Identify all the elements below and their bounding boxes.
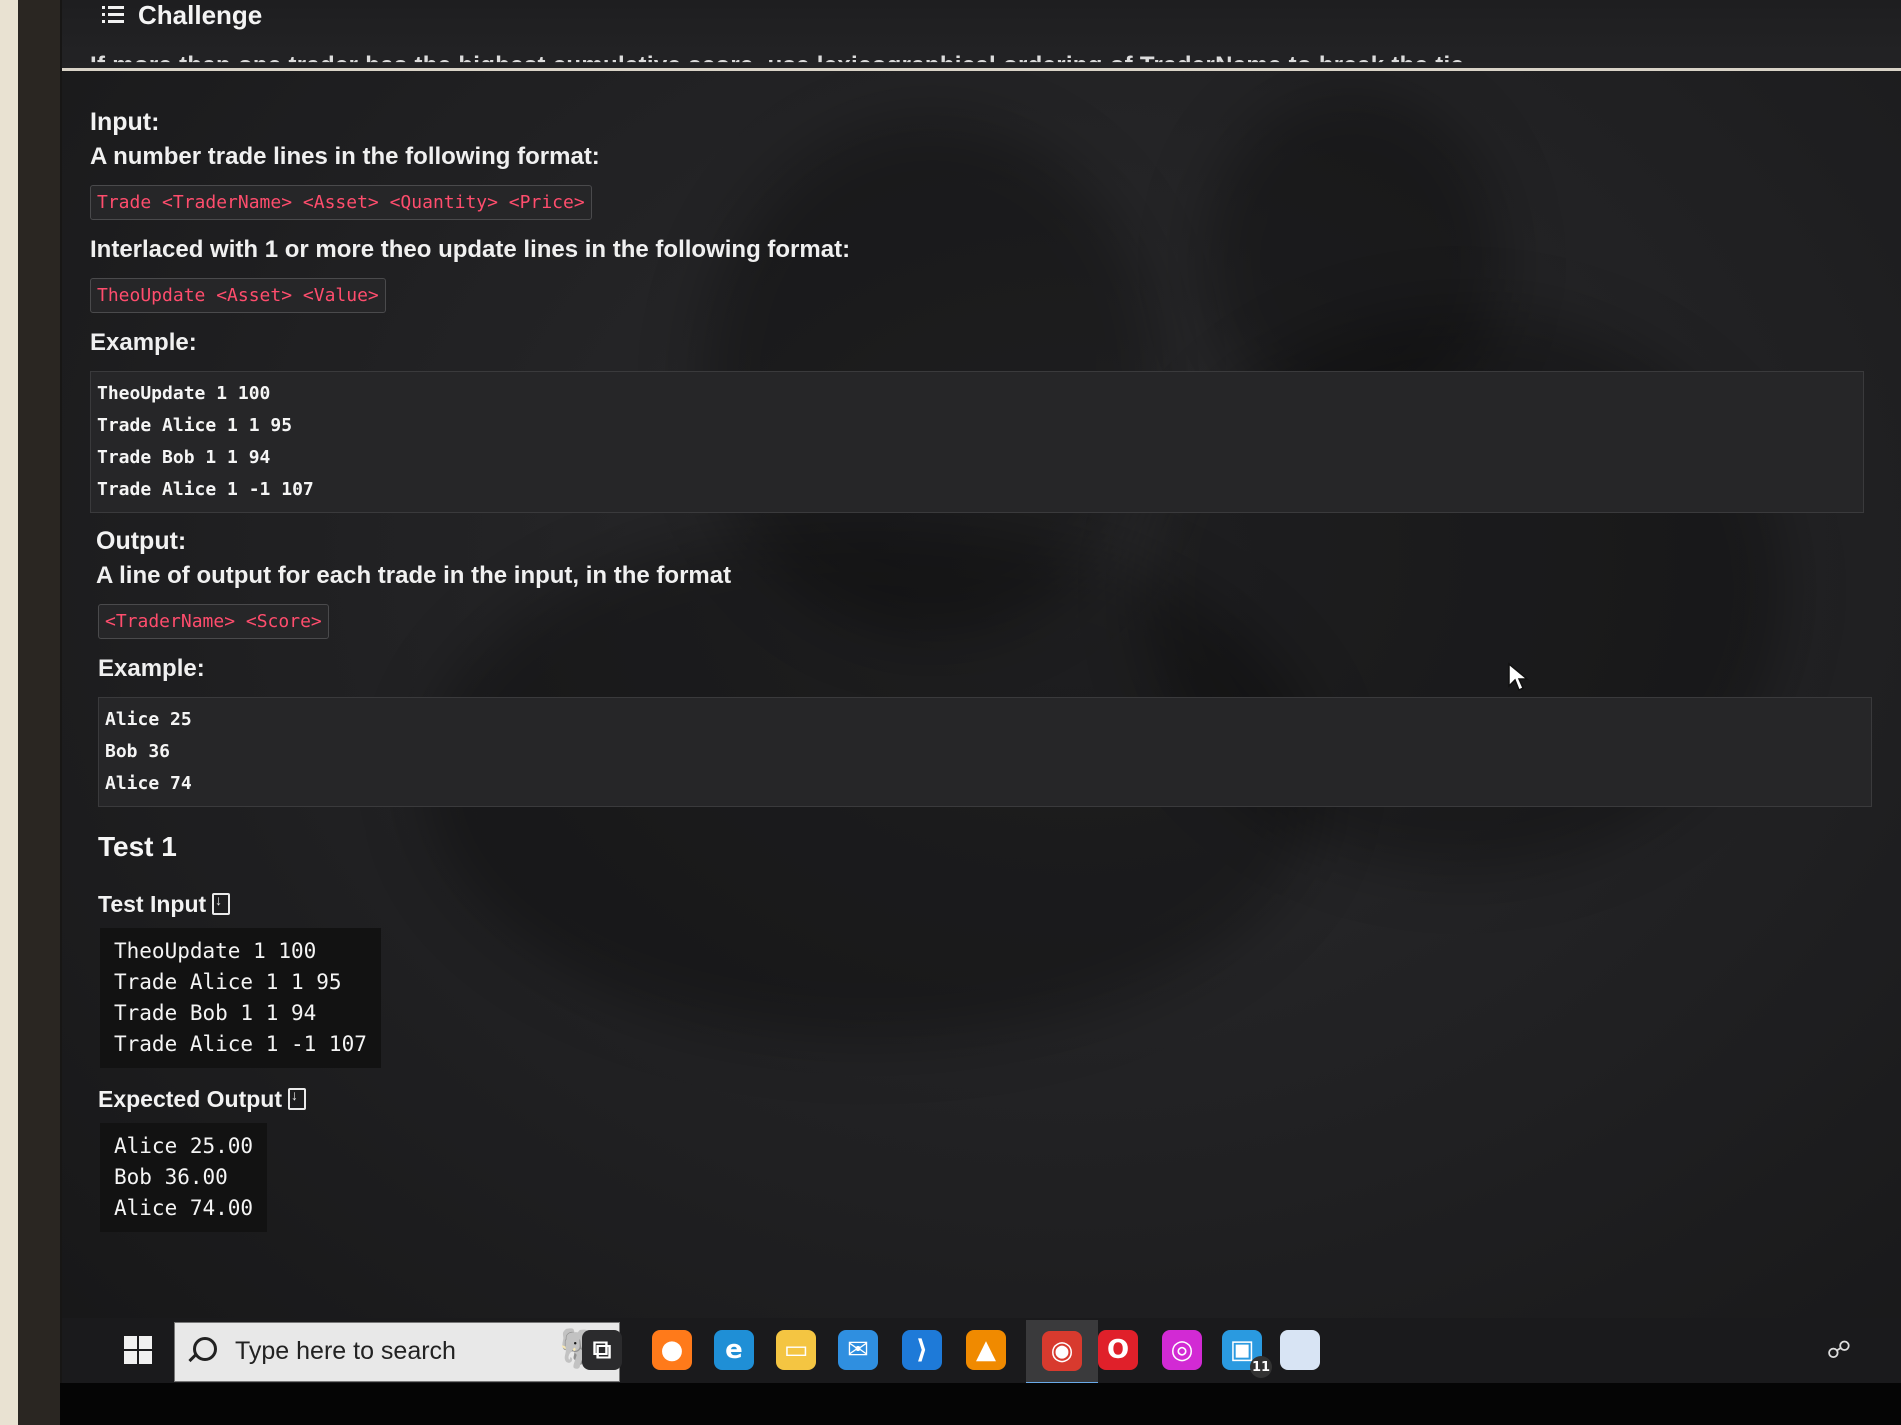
trade-format-code: Trade <TraderName> <Asset> <Quantity> <P… [90,185,592,220]
mouse-pointer-icon [1508,662,1529,692]
input-example-block: TheoUpdate 1 100 Trade Alice 1 1 95 Trad… [90,371,1864,513]
expected-output-block: Alice 25.00 Bob 36.00 Alice 74.00 [100,1123,268,1232]
taskbar-search-box[interactable]: Type here to search 🐘 [174,1322,620,1382]
expected-output-line: Alice 74.00 [114,1196,254,1220]
task-view-icon-glyph: ⧉ [582,1330,622,1370]
vscode-icon[interactable]: ⟩ [900,1328,944,1372]
mail-icon-glyph: ✉ [838,1330,878,1370]
page-title: Challenge [138,0,263,30]
opera-icon[interactable]: O [1096,1328,1140,1372]
test-input-line: TheoUpdate 1 100 [114,939,317,963]
messenger-icon[interactable]: ◎ [1160,1328,1204,1372]
notification-badge: 11 [1250,1356,1272,1378]
input-description: A number trade lines in the following fo… [90,143,600,170]
firefox-icon-glyph: ● [652,1330,692,1370]
test-input-label: Test Input [98,891,1870,918]
output-description: A line of output for each trade in the i… [96,562,732,589]
cutoff-rule-text: If more than one trader has the highest … [90,52,1472,79]
example-line: Trade Alice 1 1 95 [97,415,293,436]
test-title: Test 1 [98,831,177,862]
vscode-icon-glyph: ⟩ [902,1330,942,1370]
expected-output-line: Alice 25.00 [114,1134,254,1158]
output-example-block: Alice 25 Bob 36 Alice 74 [98,697,1872,807]
output-format-code: <TraderName> <Score> [98,604,329,639]
expected-output-label: Expected Output [98,1086,1870,1113]
example-line: Trade Alice 1 -1 107 [97,479,314,500]
taskbar: Type here to search 🐘 ⧉ ● e ▭ ✉ ⟩ ▲ ◉ O ◎ ▣11 ☍ [62,1318,1901,1385]
test-input-line: Trade Bob 1 1 94 [114,1001,317,1025]
edge-icon[interactable]: e [712,1328,756,1372]
firefox-icon[interactable]: ● [650,1328,694,1372]
mail-icon[interactable]: ✉ [836,1328,880,1372]
download-icon[interactable] [212,892,231,915]
chrome-icon-glyph: ◉ [1042,1331,1082,1371]
theo-format-code: TheoUpdate <Asset> <Value> [90,278,386,313]
download-icon[interactable] [288,1087,307,1110]
blank-window-icon[interactable] [1278,1328,1322,1372]
example-line: Bob 36 [105,741,171,762]
chrome-icon[interactable]: ◉ [1026,1320,1098,1385]
expected-output-text: Expected Output [98,1086,283,1112]
example-line: Trade Bob 1 1 94 [97,447,271,468]
example-line: TheoUpdate 1 100 [97,383,271,404]
search-placeholder: Type here to search [235,1337,456,1365]
input-example-label: Example: [90,329,197,356]
interlace-description: Interlaced with 1 or more theo update li… [90,236,851,263]
test-input-text: Test Input [98,891,207,917]
example-line: Alice 25 [105,709,192,730]
menu-icon[interactable] [102,6,124,24]
notification-app-icon[interactable]: ▣ 11 [1220,1328,1272,1378]
challenge-header: Challenge If more than one trader has th… [62,0,1901,71]
monitor-bottom-bezel [60,1383,1901,1425]
vlc-icon-glyph: ▲ [966,1330,1006,1370]
output-example-label: Example: [98,655,205,682]
file-explorer-icon[interactable]: ▭ [774,1328,818,1372]
test-input-line: Trade Alice 1 1 95 [114,970,342,994]
people-icon[interactable]: ☍ [1827,1336,1851,1365]
windows-start-icon[interactable] [124,1336,152,1364]
vlc-icon[interactable]: ▲ [964,1328,1008,1372]
output-heading: Output: [96,527,187,555]
screen: Challenge If more than one trader has th… [62,0,1901,1383]
search-icon [193,1337,217,1361]
opera-icon-glyph: O [1098,1330,1138,1370]
task-view-icon[interactable]: ⧉ [580,1328,624,1372]
blank-window-icon-glyph [1280,1330,1320,1370]
test-input-line: Trade Alice 1 -1 107 [114,1032,367,1056]
challenge-content: Input: A number trade lines in the follo… [90,108,1872,1250]
input-heading: Input: [90,108,160,136]
edge-icon-glyph: e [714,1330,754,1370]
messenger-icon-glyph: ◎ [1162,1330,1202,1370]
file-explorer-icon-glyph: ▭ [776,1330,816,1370]
test-input-block: TheoUpdate 1 100 Trade Alice 1 1 95 Trad… [100,928,381,1068]
example-line: Alice 74 [105,773,192,794]
expected-output-line: Bob 36.00 [114,1165,228,1189]
